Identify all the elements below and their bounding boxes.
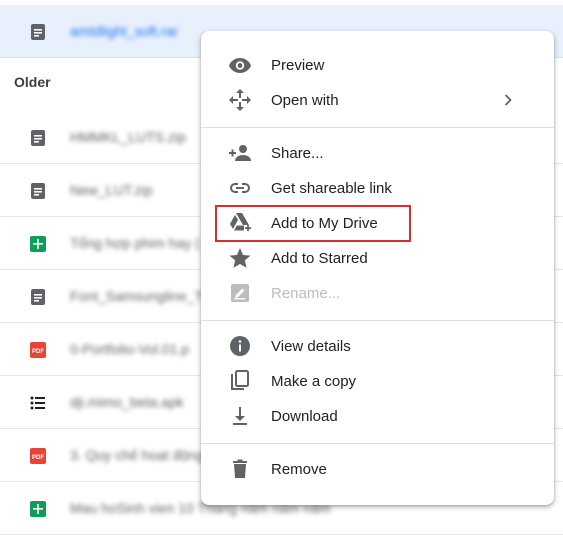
menu-item-label: Open with <box>271 92 339 109</box>
copy-icon <box>231 370 249 390</box>
menu-item-open-with[interactable]: Open with <box>201 83 554 117</box>
pdf-icon: PDF <box>30 342 46 358</box>
file-name: HMMKL_LUTS.zip <box>70 129 186 145</box>
pdf-icon: PDF <box>30 448 46 464</box>
menu-item-rename: Rename... <box>201 276 554 310</box>
menu-item-label: Rename... <box>271 285 341 302</box>
file-name: 3. Quy chế hoạt động <box>70 447 204 463</box>
file-name: 0-Portfolio-Vol.01.p <box>70 341 190 357</box>
file-name: Font_Samsungline_T <box>70 288 204 304</box>
doc-icon <box>31 24 45 40</box>
menu-divider <box>201 320 554 321</box>
menu-item-label: Preview <box>271 57 325 74</box>
menu-item-get-link[interactable]: Get shareable link <box>201 171 554 205</box>
move-arrows-icon <box>229 89 251 111</box>
menu-item-remove[interactable]: Remove <box>201 452 554 486</box>
download-icon <box>233 407 247 425</box>
menu-divider <box>201 443 554 444</box>
menu-item-preview[interactable]: Preview <box>201 48 554 82</box>
menu-item-label: View details <box>271 338 351 355</box>
doc-icon <box>31 130 45 146</box>
svg-text:PDF: PDF <box>32 349 44 355</box>
menu-item-add-to-starred[interactable]: Add to Starred <box>201 241 554 275</box>
highlight-annotation <box>215 205 411 242</box>
star-icon <box>229 248 251 268</box>
list-icon <box>30 396 45 410</box>
doc-icon <box>31 289 45 305</box>
chevron-right-icon <box>504 94 512 106</box>
context-menu: Preview Open with Share... Get shareable… <box>201 31 554 505</box>
menu-item-label: Download <box>271 408 338 425</box>
info-icon <box>230 336 250 356</box>
menu-item-label: Share... <box>271 145 324 162</box>
menu-item-label: Remove <box>271 461 327 478</box>
add-person-icon <box>229 145 251 161</box>
section-older-label: Older <box>14 74 51 90</box>
doc-icon <box>31 183 45 199</box>
link-icon <box>230 183 250 193</box>
file-name: dji.mimo_beta.apk <box>70 394 184 410</box>
file-name: amtdlight_soft.rar <box>70 23 179 39</box>
file-name: New_LUT.zip <box>70 182 153 198</box>
eye-icon <box>229 58 251 73</box>
menu-item-label: Make a copy <box>271 373 357 390</box>
menu-item-label: Get shareable link <box>271 180 392 197</box>
file-name: Tổng hợp phim hay ( <box>70 235 200 251</box>
menu-item-download[interactable]: Download <box>201 399 554 433</box>
svg-text:PDF: PDF <box>32 455 44 461</box>
sheets-icon <box>30 501 46 517</box>
rename-icon <box>231 284 249 302</box>
menu-item-share[interactable]: Share... <box>201 136 554 170</box>
menu-item-label: Add to Starred <box>271 250 368 267</box>
menu-item-view-details[interactable]: View details <box>201 329 554 363</box>
trash-icon <box>233 459 247 478</box>
sheets-icon <box>30 236 46 252</box>
menu-divider <box>201 127 554 128</box>
menu-item-make-copy[interactable]: Make a copy <box>201 364 554 398</box>
